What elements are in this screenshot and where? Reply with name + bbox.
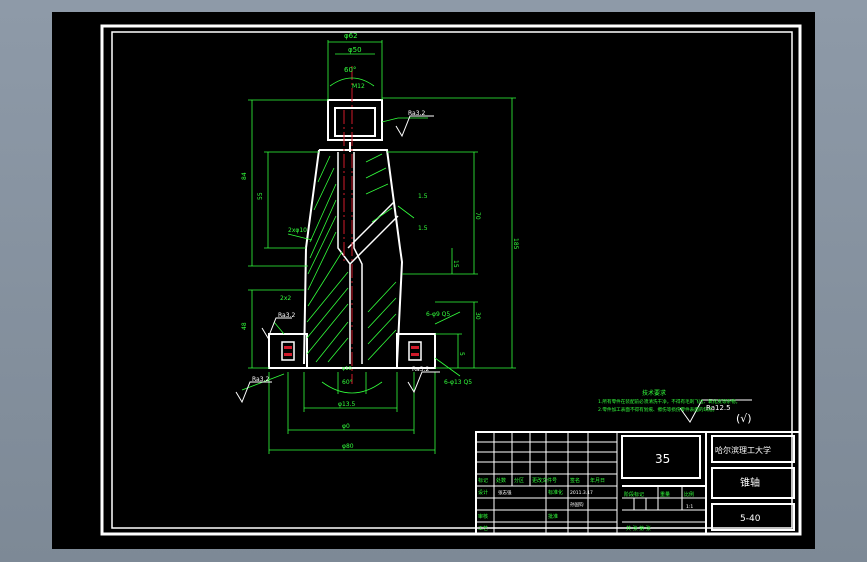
dim-h-mid: 70 [474, 212, 481, 220]
centerlines [343, 66, 353, 384]
dim-bottom-angle: 60° [342, 379, 353, 386]
tech-req-title: 技术要求 [642, 389, 666, 397]
cad-viewport[interactable]: φ62 φ50 60° M12 1.5 1.5 2xφ10 2x2 60° φ1… [52, 12, 815, 549]
dim-h-left-mid: 55 [257, 192, 264, 200]
dim-top-width: φ62 [344, 32, 358, 40]
dim-bottom-chamfer: 2x2 [280, 295, 291, 302]
finish-symbols [235, 115, 752, 423]
tb-scale: 1:1 [686, 504, 693, 510]
tb-header-count: 处数 [496, 477, 506, 484]
dim-bore: φ10 [342, 366, 352, 372]
tb-label-checker: 审核 [478, 513, 488, 520]
tb-label-scale: 比例 [684, 491, 694, 498]
dim-hole-pattern2: 6-φ13 Q5 [444, 379, 472, 386]
outer-border [100, 24, 802, 536]
tb-label-process: 工艺 [478, 526, 488, 532]
tb-header-file: 更改文件号 [532, 477, 557, 484]
dim-outer-dia: φ80 [342, 443, 354, 450]
dim-hole2: φ0 [342, 423, 350, 430]
tb-label-approval: 批准 [548, 513, 558, 520]
dim-h-lower: 15 [452, 260, 459, 268]
finish-bottom-left: Ra3.2 [252, 376, 269, 383]
part-name: 锥轴 [740, 476, 760, 489]
university-name: 哈尔滨理工大学 [715, 445, 771, 455]
finish-top: Ra3.2 [408, 110, 425, 117]
dimension-texts: φ62 φ50 60° M12 1.5 1.5 2xφ10 2x2 60° φ1… [241, 32, 519, 450]
dim-top-sub: φ50 [348, 46, 362, 54]
dim-left-chamfer: 2xφ10 [288, 227, 307, 234]
inner-border [111, 31, 793, 529]
tb-checker-name: 孙国钧 [570, 501, 584, 508]
tb-label-weight: 重量 [660, 491, 670, 498]
finish-left: Ra3.2 [278, 312, 295, 319]
tb-date: 2011.3.17 [570, 490, 593, 496]
dim-upper-chamfer: 1.5 [418, 193, 428, 200]
tb-header-zone: 分区 [514, 477, 524, 484]
tb-designer-name: 张志强 [498, 489, 512, 496]
finish-other: (√) [736, 412, 752, 425]
dim-h-left-bot: 48 [241, 322, 248, 330]
part-cavity [337, 152, 399, 364]
tech-req-line2: 2.零件加工表面不得有划痕、擦伤等损伤零件表面的缺陷。 [598, 406, 717, 413]
dimension-lines [241, 40, 516, 454]
finish-bottom-right: Ra3.2 [412, 366, 429, 373]
tb-header-date: 年月日 [590, 477, 605, 484]
dim-h-base: 5 [458, 352, 465, 356]
dim-hole-pattern1: 6-φ9 Q5 [426, 311, 450, 318]
dim-hole1: φ13.5 [338, 401, 356, 408]
drawing-number: 5-40 [740, 514, 761, 524]
dim-h-left-top: 84 [241, 172, 248, 180]
tb-label-stage: 阶段标记 [624, 491, 644, 498]
tb-label-sheets: 共 张 第 张 [626, 525, 651, 532]
dim-h-total: 185 [512, 238, 519, 250]
tb-header-mark: 标记 [478, 477, 488, 484]
tb-header-sign: 签名 [570, 477, 580, 484]
tb-label-designer: 设计 [478, 489, 488, 496]
finish-general: Ra12.5 [706, 404, 731, 412]
dim-r-right: 30 [474, 312, 481, 320]
engineering-drawing: φ62 φ50 60° M12 1.5 1.5 2xφ10 2x2 60° φ1… [100, 24, 802, 536]
dim-top-thread: M12 [352, 83, 365, 90]
dim-lower-chamfer: 1.5 [418, 225, 428, 232]
material: 35 [655, 452, 670, 466]
dim-angle-top: 60° [344, 66, 356, 74]
tb-label-standard: 标准化 [548, 489, 563, 496]
